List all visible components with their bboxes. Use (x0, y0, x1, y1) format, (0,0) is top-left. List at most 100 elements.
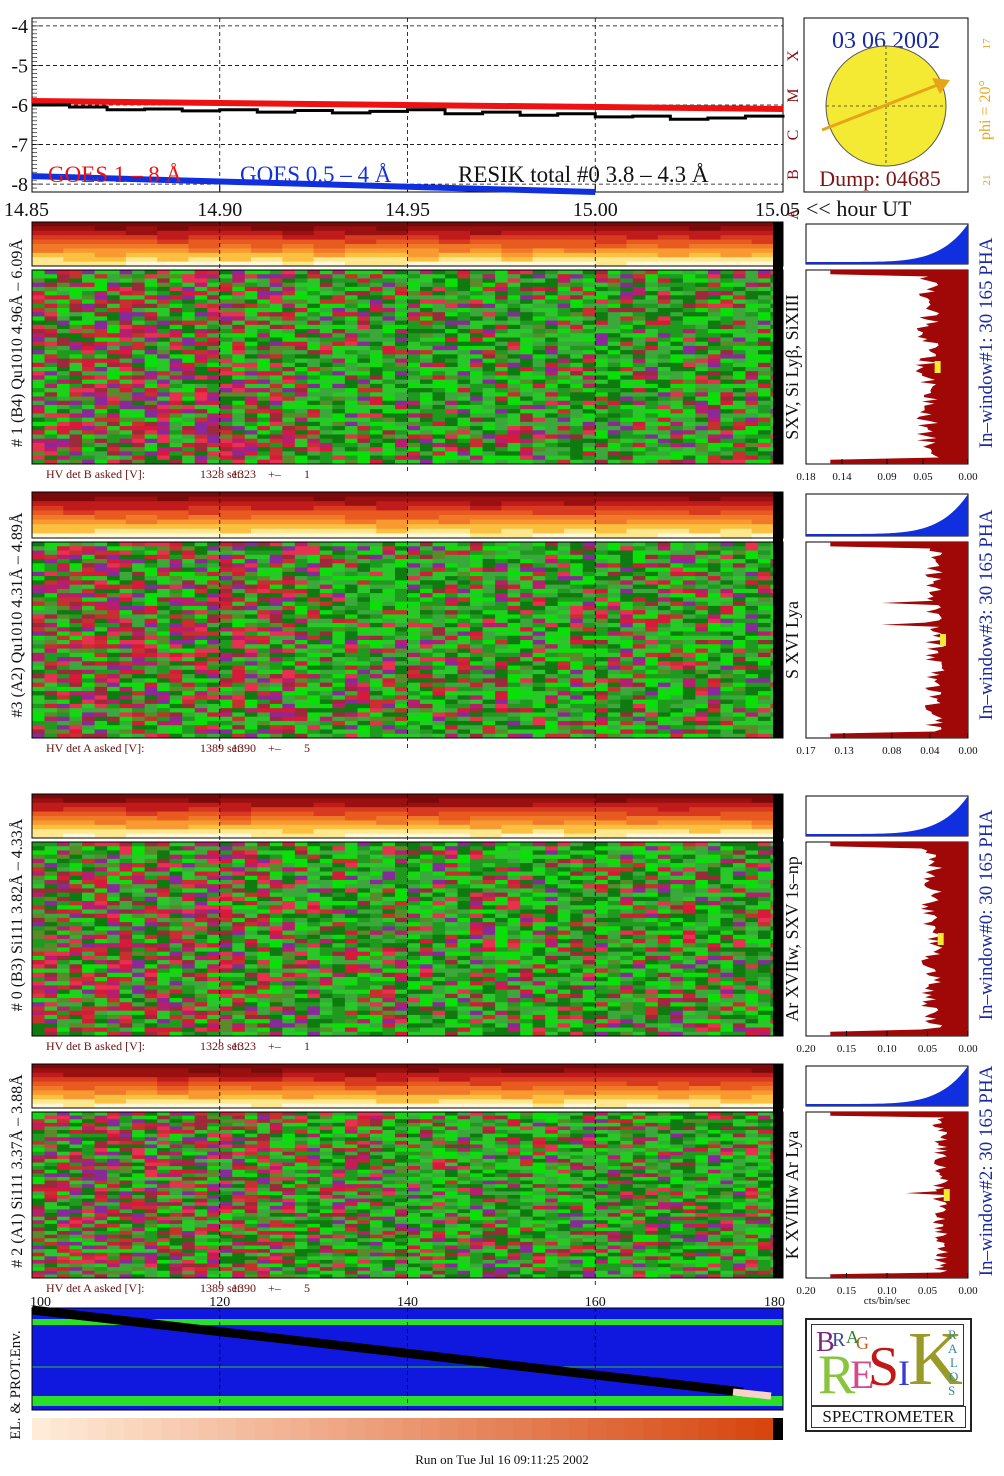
spectrogram-cell (257, 610, 271, 615)
spectrogram-cell (745, 442, 759, 448)
heat-strip-cell (626, 252, 659, 258)
spectrogram-cell (319, 413, 333, 419)
spectrogram-cell (532, 299, 546, 305)
spectrogram-cell (32, 720, 45, 726)
spectrogram-cell (682, 274, 696, 279)
goes-ytick-label: -6 (11, 95, 28, 117)
spectrogram-cell (369, 588, 383, 594)
spectrogram-cell (44, 426, 58, 431)
spectrogram-cell (44, 320, 58, 326)
spectrogram-cell (219, 542, 233, 547)
spectrogram-cell (720, 291, 734, 296)
spectrogram-cell (157, 640, 171, 645)
heat-strip-cell (501, 496, 534, 502)
spectrogram-cell (169, 333, 183, 338)
spectrogram-cell (394, 320, 408, 326)
heat-strip-cell (657, 230, 690, 236)
spectrogram-cell (57, 362, 70, 368)
spectrogram-cell (157, 678, 171, 684)
spectrogram-cell (107, 358, 121, 364)
spectrogram-cell (294, 307, 308, 313)
spectrogram-cell (369, 282, 383, 288)
spectrogram-cell (757, 274, 771, 279)
spectrogram-cell (182, 430, 196, 435)
spectrogram-cell (470, 451, 483, 456)
heat-strip-cell (63, 248, 96, 254)
heat-strip-cell (563, 528, 596, 534)
spectrogram-cell (720, 442, 734, 448)
spectrogram-cell (244, 320, 258, 326)
spectrogram-cell (645, 430, 659, 435)
spectrogram-cell (257, 601, 271, 607)
spectrogram-cell (232, 442, 246, 448)
spectrogram-cell (69, 640, 83, 645)
spectrogram-cell (357, 375, 371, 381)
heat-strip-cell (344, 528, 377, 534)
spectrogram-cell (457, 396, 471, 402)
spectrogram-cell (482, 383, 496, 389)
spectrogram-cell (369, 274, 383, 279)
heat-strip-cell (313, 505, 346, 511)
spectrogram-cell (520, 358, 534, 364)
spectrogram-cell (632, 451, 646, 456)
spectrogram-cell (257, 576, 271, 581)
spectrogram-cell (545, 307, 559, 313)
spectrogram-cell (319, 631, 333, 637)
heat-strip-cell (689, 248, 721, 254)
spectrogram-cell (557, 455, 571, 461)
spectrogram-cell (94, 550, 108, 556)
spectrogram-cell (407, 286, 421, 292)
spectrogram-cell (269, 622, 283, 628)
spectrogram-cell (32, 729, 45, 735)
heat-strip-cell (376, 519, 408, 525)
spectrogram-cell (382, 430, 396, 435)
heat-strip-cell (438, 524, 471, 530)
spectrogram-cell (294, 303, 308, 309)
spectrogram-cell (407, 392, 421, 397)
spectrogram-cell (670, 274, 684, 279)
spectrogram-cell (194, 597, 208, 603)
spectrogram-cell (457, 426, 471, 431)
spectrogram-cell (445, 716, 458, 722)
spectrogram-cell (369, 367, 383, 372)
spectrogram-cell (182, 417, 196, 423)
spectrogram-cell (670, 426, 684, 431)
spectrogram-cell (595, 438, 609, 444)
spectrogram-cell (620, 451, 634, 456)
spectrogram-cell (319, 588, 333, 594)
spectrogram-cell (57, 404, 70, 410)
spectrogram-cell (332, 665, 346, 671)
spectrogram-cell (57, 447, 70, 452)
spectrogram-cell (707, 350, 721, 355)
heat-strip-cell (626, 505, 659, 511)
spectrogram-cell (495, 274, 509, 279)
spectrogram-cell (745, 291, 759, 296)
spectrogram-cell (294, 421, 308, 427)
spectrogram-cell (132, 316, 146, 322)
heat-strip-cell (282, 244, 315, 249)
spectrogram-cell (407, 299, 421, 305)
spectrogram-cell (720, 286, 734, 292)
spectrogram-cell (470, 593, 483, 598)
spectrogram-cell (32, 703, 45, 709)
heat-strip-cell (595, 528, 628, 534)
spectrogram-cell (57, 571, 70, 577)
spectrogram-cell (144, 299, 158, 305)
spectrogram-cell (207, 345, 221, 351)
spectrogram-cell (507, 291, 521, 296)
spectrogram-cell (495, 320, 509, 326)
spectrogram-cell (107, 665, 121, 671)
spectrogram-cell (157, 691, 171, 696)
spectrogram-cell (407, 379, 421, 385)
spectrogram-cell (657, 341, 671, 347)
spectrogram-cell (407, 333, 421, 338)
spectrogram-cell (132, 729, 146, 735)
spectrogram-cell (107, 678, 121, 684)
spectrogram-cell (307, 571, 321, 577)
spectrogram-cell (232, 404, 246, 410)
heat-strip-cell (438, 510, 471, 516)
spectrogram-cell (232, 674, 246, 679)
spectrogram-cell (445, 396, 458, 402)
spectrogram-cell (119, 299, 133, 305)
spectrogram-cell (94, 316, 108, 322)
